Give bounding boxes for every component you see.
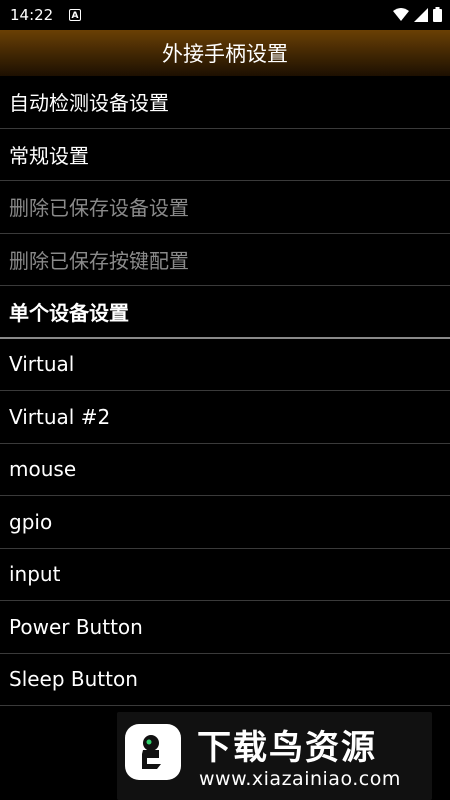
device-label: Virtual — [9, 352, 75, 377]
menu-item-general-settings[interactable]: 常规设置 — [0, 129, 450, 181]
menu-item-label: 常规设置 — [9, 143, 89, 168]
watermark-title: 下载鸟资源 — [197, 728, 377, 768]
device-label: Power Button — [9, 614, 143, 639]
signal-icon — [414, 7, 428, 22]
device-label: Sleep Button — [9, 667, 138, 692]
settings-list: 自动检测设备设置 常规设置 删除已保存设备设置 删除已保存按键配置 单个设备设置… — [0, 76, 450, 706]
bird-logo-icon — [142, 735, 161, 769]
menu-item-auto-detect[interactable]: 自动检测设备设置 — [0, 76, 450, 129]
title-bar: 外接手柄设置 — [0, 30, 450, 76]
section-header-label: 单个设备设置 — [9, 300, 129, 325]
device-item-input[interactable]: input — [0, 549, 450, 601]
watermark-banner: 下载鸟资源 www.xiazainiao.com — [117, 712, 432, 800]
menu-item-label: 删除已保存设备设置 — [9, 196, 189, 221]
menu-item-label: 删除已保存按键配置 — [9, 248, 189, 273]
notification-icon: A — [69, 9, 81, 21]
status-bar: 14:22 A — [0, 0, 450, 30]
menu-item-delete-device-settings: 删除已保存设备设置 — [0, 181, 450, 234]
status-time: 14:22 — [10, 6, 54, 24]
device-item-gpio[interactable]: gpio — [0, 496, 450, 549]
watermark-url: www.xiazainiao.com — [199, 768, 401, 790]
menu-item-delete-key-config: 删除已保存按键配置 — [0, 234, 450, 286]
battery-icon — [433, 7, 442, 22]
device-item-virtual-2[interactable]: Virtual #2 — [0, 391, 450, 444]
status-icons — [393, 7, 442, 22]
device-item-virtual[interactable]: Virtual — [0, 339, 450, 391]
wifi-icon — [393, 7, 409, 21]
device-label: mouse — [9, 457, 77, 482]
watermark-logo-icon — [125, 724, 181, 780]
device-label: input — [9, 562, 61, 587]
device-label: gpio — [9, 509, 53, 534]
page-title: 外接手柄设置 — [162, 42, 288, 66]
menu-item-label: 自动检测设备设置 — [9, 91, 169, 116]
device-item-mouse[interactable]: mouse — [0, 444, 450, 496]
section-header-devices: 单个设备设置 — [0, 286, 450, 339]
device-item-power-button[interactable]: Power Button — [0, 601, 450, 654]
device-label: Virtual #2 — [9, 404, 111, 429]
device-item-sleep-button[interactable]: Sleep Button — [0, 654, 450, 706]
